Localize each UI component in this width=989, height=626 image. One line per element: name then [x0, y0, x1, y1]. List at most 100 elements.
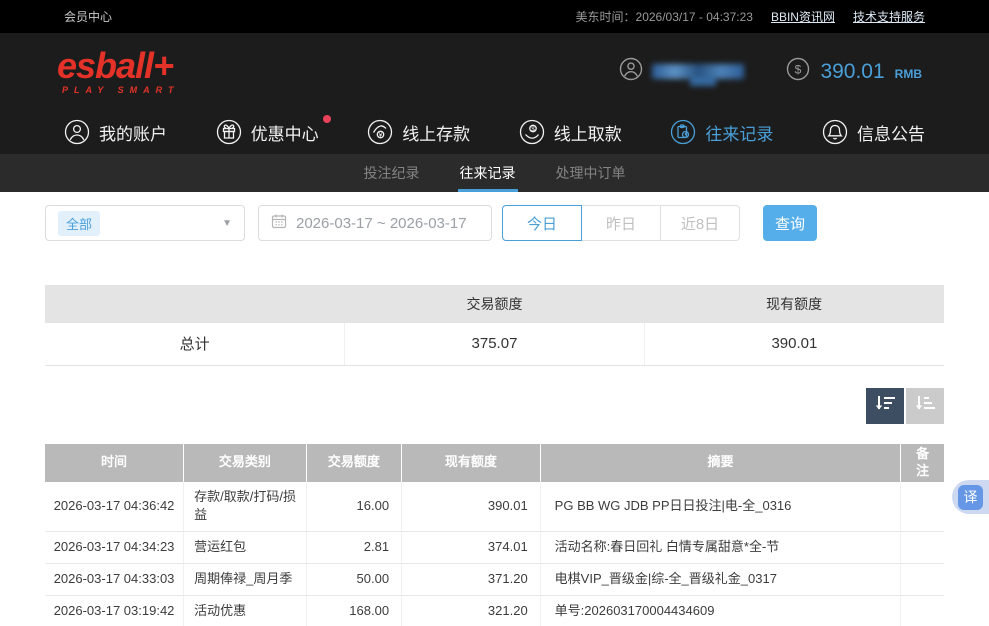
nav-item-promotions[interactable]: 优惠中心 — [216, 119, 319, 145]
member-center-label[interactable]: 会员中心 — [64, 8, 112, 25]
col-header-time: 时间 — [45, 444, 184, 482]
cell-balance: 390.01 — [402, 482, 541, 532]
cell-summary: 电棋VIP_晋级金|综-全_晋级礼金_0317 — [540, 564, 901, 596]
coin-dollar-icon: $ — [786, 57, 810, 86]
notification-dot — [323, 115, 331, 123]
summary-header-transaction-amount: 交易额度 — [345, 285, 645, 323]
nav-item-label: 线上取款 — [554, 120, 622, 145]
col-header-note: 备注 — [901, 444, 944, 482]
chevron-down-icon: ▼ — [222, 218, 232, 229]
header: esball+ PLAY SMART $ 390.01 RMB — [0, 33, 989, 110]
esball-logo[interactable]: esball+ PLAY SMART — [57, 48, 180, 95]
cell-balance: 374.01 — [402, 532, 541, 564]
col-header-type: 交易类别 — [184, 444, 307, 482]
last-8-days-button[interactable]: 近8日 — [660, 205, 740, 241]
quick-date-group: 今日 昨日 近8日 — [502, 205, 740, 241]
svg-text:¥: ¥ — [379, 133, 383, 139]
cell-summary: 单号:202603170004434609 — [540, 595, 901, 626]
nav-item-label: 我的账户 — [99, 120, 167, 145]
cell-type: 营运红包 — [184, 532, 307, 564]
eastern-time-label: 美东时间：2026/03/17 - 04:37:23 — [576, 8, 753, 25]
balance[interactable]: $ 390.01 RMB — [786, 57, 922, 86]
user-icon — [64, 119, 90, 145]
yesterday-button[interactable]: 昨日 — [581, 205, 661, 241]
cell-type: 存款/取款/打码/损益 — [184, 482, 307, 532]
sort-descending-icon — [874, 394, 896, 417]
subtab-label: 往来记录 — [460, 163, 516, 183]
nav-item-label: 线上存款 — [402, 120, 470, 145]
cell-amount: 16.00 — [306, 482, 401, 532]
tab-pending-orders[interactable]: 处理中订单 — [554, 154, 628, 192]
user-profile[interactable] — [619, 57, 744, 86]
table-row: 2026-03-17 04:33:03 周期俸禄_周月季 50.00 371.2… — [45, 564, 944, 596]
username-blurred — [652, 64, 744, 79]
translate-widget[interactable]: 译 — [952, 480, 989, 514]
summary-table: 交易额度 现有额度 总计 375.07 390.01 — [45, 285, 944, 366]
summary-header-current-amount: 现有额度 — [644, 285, 944, 323]
subtab-label: 投注纪录 — [364, 163, 420, 183]
tab-transaction-records[interactable]: 往来记录 — [458, 154, 518, 192]
cell-amount: 2.81 — [306, 532, 401, 564]
topbar: 会员中心 美东时间：2026/03/17 - 04:37:23 BBIN资讯网 … — [0, 0, 989, 33]
withdraw-hand-coin-icon: $ — [519, 119, 545, 145]
summary-total-row: 总计 375.07 390.01 — [45, 323, 944, 365]
summary-total-label: 总计 — [45, 323, 345, 365]
nav-item-transaction-records[interactable]: 往来记录 — [670, 119, 773, 145]
main-navigation: 我的账户 优惠中心 ¥ 线上存款 — [0, 110, 989, 154]
user-area: $ 390.01 RMB — [619, 57, 932, 86]
table-row: 2026-03-17 04:34:23 营运红包 2.81 374.01 活动名… — [45, 532, 944, 564]
balance-amount: 390.01 — [820, 60, 884, 84]
sort-ascending-button[interactable] — [906, 388, 944, 424]
query-button[interactable]: 查询 — [763, 205, 817, 241]
nav-item-label: 信息公告 — [857, 120, 925, 145]
records-header-row: 时间 交易类别 交易额度 现有额度 摘要 备注 — [45, 444, 944, 482]
cell-balance: 371.20 — [402, 564, 541, 596]
svg-text:$: $ — [531, 127, 535, 133]
bell-icon — [822, 119, 848, 145]
user-icon — [619, 57, 643, 86]
sort-descending-button[interactable] — [866, 388, 904, 424]
cell-note — [901, 532, 944, 564]
cell-time: 2026-03-17 04:33:03 — [45, 564, 184, 596]
date-range-value: 2026-03-17 ~ 2026-03-17 — [296, 215, 467, 232]
cell-amount: 168.00 — [306, 595, 401, 626]
cell-amount: 50.00 — [306, 564, 401, 596]
col-header-summary: 摘要 — [540, 444, 901, 482]
sort-ascending-icon — [914, 394, 936, 417]
table-row: 2026-03-17 04:36:42 存款/取款/打码/损益 16.00 39… — [45, 482, 944, 532]
bbin-news-link[interactable]: BBIN资讯网 — [771, 8, 835, 25]
cell-note — [901, 482, 944, 532]
col-header-amount: 交易额度 — [306, 444, 401, 482]
subtab-label: 处理中订单 — [556, 163, 626, 183]
calendar-icon — [271, 213, 287, 234]
nav-item-my-account[interactable]: 我的账户 — [64, 119, 167, 145]
summary-header-empty — [45, 285, 345, 323]
date-range-input[interactable]: 2026-03-17 ~ 2026-03-17 — [258, 205, 492, 241]
svg-text:$: $ — [795, 63, 802, 77]
logo-text: esball+ — [57, 48, 180, 84]
cell-time: 2026-03-17 03:19:42 — [45, 595, 184, 626]
summary-total-transaction: 375.07 — [345, 323, 645, 365]
cell-note — [901, 564, 944, 596]
cell-time: 2026-03-17 04:36:42 — [45, 482, 184, 532]
tab-betting-records[interactable]: 投注纪录 — [362, 154, 422, 192]
nav-item-announcements[interactable]: 信息公告 — [822, 119, 925, 145]
records-clipboard-icon — [670, 119, 696, 145]
nav-item-withdraw[interactable]: $ 线上取款 — [519, 119, 622, 145]
summary-header-row: 交易额度 现有额度 — [45, 285, 944, 323]
table-row: 2026-03-17 03:19:42 活动优惠 168.00 321.20 单… — [45, 595, 944, 626]
sub-navigation: 投注纪录 往来记录 处理中订单 — [0, 154, 989, 192]
cell-summary: PG BB WG JDB PP日日投注|电-全_0316 — [540, 482, 901, 532]
category-selected-tag: 全部 — [58, 211, 100, 236]
tech-support-link[interactable]: 技术支持服务 — [853, 8, 925, 25]
today-button[interactable]: 今日 — [502, 205, 582, 241]
topbar-right: 美东时间：2026/03/17 - 04:37:23 BBIN资讯网 技术支持服… — [576, 8, 925, 25]
cell-type: 活动优惠 — [184, 595, 307, 626]
content: 全部 ▼ 2026-03-17 ~ 2026-03-17 今日 昨日 近8日 查… — [0, 192, 989, 626]
category-select[interactable]: 全部 ▼ — [45, 205, 245, 241]
records-table: 时间 交易类别 交易额度 现有额度 摘要 备注 2026-03-17 04:36… — [45, 444, 944, 626]
col-header-balance: 现有额度 — [402, 444, 541, 482]
nav-item-deposit[interactable]: ¥ 线上存款 — [367, 119, 470, 145]
cell-time: 2026-03-17 04:34:23 — [45, 532, 184, 564]
cell-summary: 活动名称:春日回礼 白情专属甜意*全-节 — [540, 532, 901, 564]
